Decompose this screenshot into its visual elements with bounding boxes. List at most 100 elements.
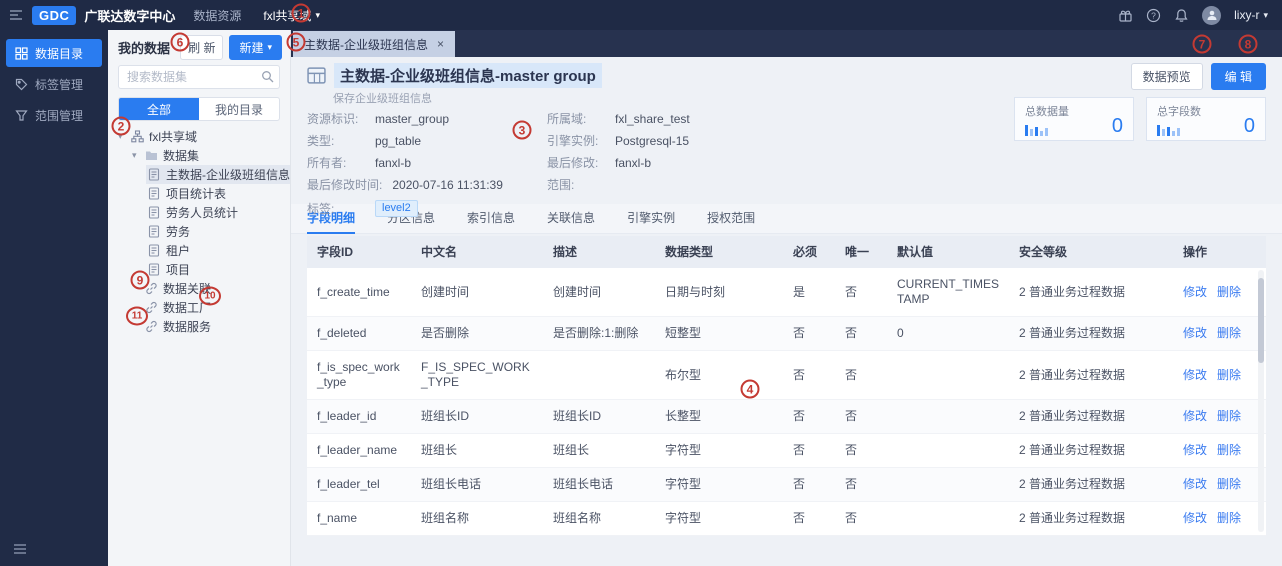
- cell-id: f_name: [317, 511, 358, 525]
- user-avatar[interactable]: [1202, 5, 1222, 25]
- field-label: 所有者:: [307, 156, 347, 170]
- tree-link-1[interactable]: 数据关联: [108, 279, 290, 298]
- user-menu[interactable]: lixy-r ▾: [1234, 8, 1268, 22]
- topnav-item-label: fxl共享域: [263, 8, 312, 23]
- column-header: 数据类型: [665, 244, 714, 259]
- modify-link[interactable]: 修改: [1183, 511, 1207, 525]
- caret-down-icon: ▾: [118, 131, 123, 141]
- stat-label: 总数据量: [1025, 106, 1069, 118]
- modify-link[interactable]: 修改: [1183, 326, 1207, 340]
- panel-title: 我的数据: [118, 40, 171, 56]
- sidebar-item-label: 标签管理: [35, 77, 84, 92]
- cell-default: [887, 510, 1009, 528]
- data-preview-button[interactable]: 数据预览: [1130, 63, 1203, 90]
- delete-link[interactable]: 删除: [1217, 477, 1241, 491]
- stat-label: 总字段数: [1157, 106, 1201, 118]
- topnav-item-label: 数据资源: [193, 8, 242, 23]
- delete-link[interactable]: 删除: [1217, 368, 1241, 382]
- modify-link[interactable]: 修改: [1183, 477, 1207, 491]
- chevron-down-icon: ▾: [315, 9, 320, 20]
- stat-card-2: 总字段数 0: [1146, 97, 1266, 141]
- field-row: 引擎实例: Postgresql-15: [547, 134, 690, 148]
- field-label: 所属域:: [547, 112, 587, 126]
- delete-link[interactable]: 删除: [1217, 409, 1241, 423]
- tree-dataset-4[interactable]: 劳务: [146, 222, 290, 241]
- tree-link-3[interactable]: 数据服务: [108, 317, 290, 336]
- cell-type: 字符型: [665, 511, 702, 525]
- tree-dataset-1[interactable]: 主数据-企业级班组信息: [146, 165, 290, 184]
- modify-link[interactable]: 修改: [1183, 409, 1207, 423]
- collapse-sidebar-icon[interactable]: [0, 8, 32, 22]
- delete-link[interactable]: 删除: [1217, 285, 1241, 299]
- topnav-item-2[interactable]: fxl共享域 ▾: [263, 7, 320, 24]
- cell-type: 日期与时刻: [665, 284, 726, 299]
- stat-card-1: 总数据量 0: [1014, 97, 1134, 141]
- tree-link-2[interactable]: 数据工厂: [108, 298, 290, 317]
- doc-tab-active[interactable]: 主数据-企业级班组信息 ×: [293, 31, 456, 57]
- gift-icon[interactable]: [1118, 8, 1133, 23]
- tag-icon: [15, 78, 28, 91]
- cell-desc: 是否删除:1:删除: [553, 326, 639, 340]
- tree-link-label: 数据关联: [163, 282, 212, 296]
- link-icon: [145, 282, 158, 295]
- help-icon[interactable]: ?: [1146, 8, 1161, 23]
- delete-link[interactable]: 删除: [1217, 326, 1241, 340]
- scrollbar-thumb[interactable]: [1258, 278, 1264, 363]
- tree-group-datasets[interactable]: ▾ 数据集: [108, 146, 290, 165]
- field-label: 引擎实例:: [547, 134, 599, 148]
- tree-dataset-3[interactable]: 劳务人员统计: [146, 203, 290, 222]
- fields-table: 字段ID 中文名 描述 数据类型 必须 唯一 默认值 安全等级 操作 f_create_time 创…: [307, 236, 1266, 536]
- cell-name: 班组长: [421, 443, 458, 457]
- sidebar-item-3[interactable]: 范围管理: [6, 101, 102, 129]
- cell-security: 2 普通业务过程数据: [1019, 367, 1126, 382]
- filter-tab-1[interactable]: 全部: [119, 98, 199, 120]
- search-icon[interactable]: [261, 70, 274, 83]
- folder-icon: [145, 149, 158, 162]
- delete-link[interactable]: 删除: [1217, 511, 1241, 525]
- column-header: 中文名: [421, 244, 458, 259]
- cell-unique: 否: [845, 409, 858, 423]
- refresh-button[interactable]: 刷 新: [180, 34, 224, 60]
- edit-button[interactable]: 编 辑: [1210, 63, 1266, 90]
- cell-required: 否: [793, 326, 806, 340]
- panel-header: 我的数据 刷 新 新建 ▾: [108, 33, 290, 61]
- field-value: 2020-07-16 11:31:39: [392, 178, 503, 192]
- sidebar-item-2[interactable]: 标签管理: [6, 70, 102, 98]
- tree-dataset-5[interactable]: 租户: [146, 241, 290, 260]
- sidebar-collapse-icon[interactable]: [13, 543, 27, 558]
- cell-actions: 修改 删除: [1173, 317, 1266, 350]
- dataset-icon: [148, 244, 161, 257]
- search-input[interactable]: [118, 65, 280, 89]
- tree-dataset-label: 项目统计表: [166, 187, 227, 201]
- field-value: pg_table: [375, 134, 422, 148]
- cell-type: 短整型: [665, 326, 702, 340]
- tree-dataset-6[interactable]: 项目: [146, 260, 290, 279]
- notification-bell-icon[interactable]: [1174, 8, 1189, 23]
- tree-domain[interactable]: ▾ fxl共享域: [108, 127, 290, 146]
- cell-required: 否: [793, 409, 806, 423]
- modify-link[interactable]: 修改: [1183, 368, 1207, 382]
- new-button[interactable]: 新建 ▾: [229, 34, 282, 60]
- dataset-icon: [148, 263, 161, 276]
- close-icon[interactable]: ×: [437, 37, 444, 51]
- tree-dataset-label: 主数据-企业级班组信息: [166, 168, 290, 182]
- search-box: [118, 65, 280, 89]
- cell-unique: 否: [845, 367, 858, 382]
- table-row: f_is_spec_work_type F_IS_SPEC_WORK_TYPE 布尔…: [307, 351, 1266, 400]
- cell-type: 布尔型: [665, 367, 702, 382]
- page-title: 主数据-企业级班组信息-master group: [334, 63, 602, 88]
- topnav-item-1[interactable]: 数据资源: [193, 7, 241, 24]
- field-row: 标签: level2: [307, 200, 547, 217]
- delete-link[interactable]: 删除: [1217, 443, 1241, 457]
- tree-link-label: 数据服务: [163, 320, 212, 334]
- cell-desc: [543, 366, 655, 384]
- my-data-panel: 我的数据 刷 新 新建 ▾ 全部我的目录 ▾ fxl共享域 ▾ 数据集主数据-企业级班…: [108, 30, 291, 566]
- sidebar-item-label: 数据目录: [35, 46, 84, 61]
- modify-link[interactable]: 修改: [1183, 285, 1207, 299]
- filter-tab-2[interactable]: 我的目录: [199, 98, 279, 120]
- tree-dataset-2[interactable]: 项目统计表: [146, 184, 290, 203]
- cell-desc: 班组名称: [553, 511, 602, 525]
- sidebar-item-1[interactable]: 数据目录: [6, 39, 102, 67]
- modify-link[interactable]: 修改: [1183, 443, 1207, 457]
- tree-domain-label: fxl共享域: [149, 130, 198, 144]
